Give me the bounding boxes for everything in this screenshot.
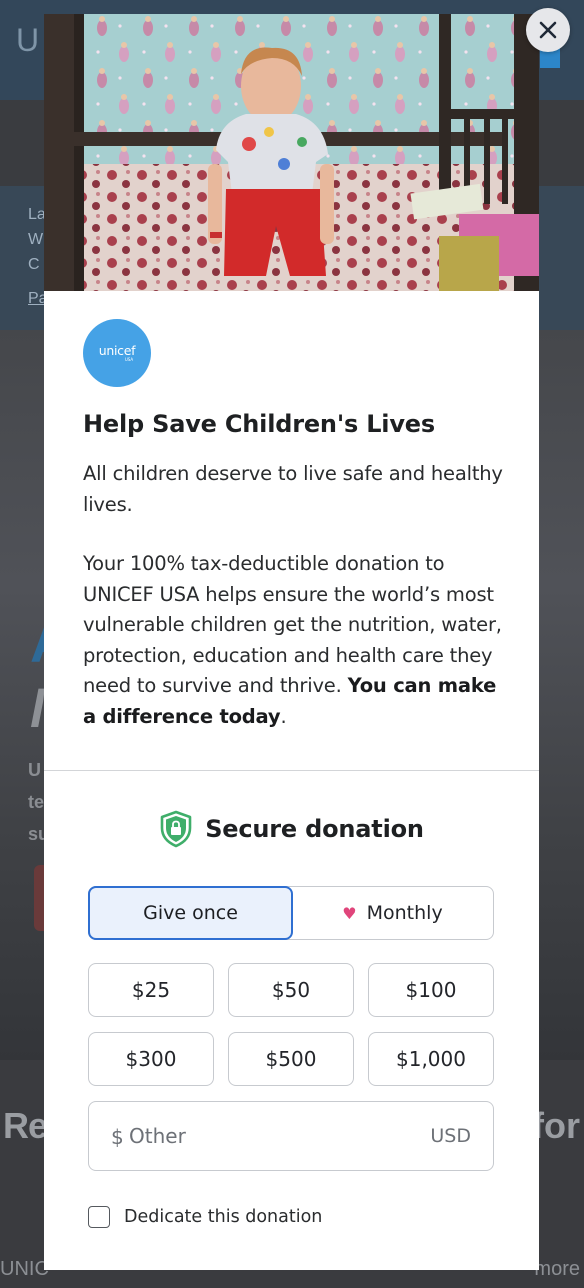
hero-photo — [44, 14, 539, 291]
amount-label: $50 — [271, 978, 311, 1002]
unicef-logo: unicef USA — [83, 319, 151, 387]
amount-label: $1,000 — [396, 1047, 466, 1071]
background-section-title-fragment: for — [532, 1105, 580, 1146]
give-once-label: Give once — [143, 902, 238, 924]
amount-button[interactable]: $100 — [368, 963, 494, 1017]
close-icon — [539, 21, 557, 39]
description-end: . — [280, 704, 287, 728]
give-once-option[interactable]: Give once — [88, 886, 293, 940]
unicef-logo-subtext: USA — [124, 357, 134, 362]
amount-button[interactable]: $500 — [228, 1032, 354, 1086]
other-amount-input[interactable] — [129, 1118, 379, 1154]
dedicate-checkbox[interactable] — [88, 1206, 110, 1228]
unicef-logo-text: unicef — [98, 343, 136, 358]
donation-modal: unicef USA Help Save Children's Lives Al… — [44, 14, 539, 1270]
dedicate-row: Dedicate this donation — [88, 1206, 322, 1228]
section-divider — [44, 770, 539, 771]
background-footer-fragment: more — [534, 1258, 580, 1280]
amount-button[interactable]: $1,000 — [368, 1032, 494, 1086]
donation-frequency-toggle: Give once ♥ Monthly — [88, 886, 494, 940]
description-paragraph: Your 100% tax-deductible donation to UNI… — [83, 549, 513, 732]
dedicate-label[interactable]: Dedicate this donation — [124, 1207, 322, 1227]
currency-symbol: $ — [111, 1125, 124, 1149]
secure-donation-header: Secure donation — [44, 810, 539, 848]
shield-lock-icon — [160, 810, 192, 848]
background-logo-fragment: U — [16, 22, 40, 58]
other-amount-field: $ USD — [88, 1101, 494, 1171]
background-text-fragment: U — [28, 760, 41, 780]
background-text-fragment: W — [28, 231, 44, 248]
amount-button[interactable]: $25 — [88, 963, 214, 1017]
intro-paragraph: All children deserve to live safe and he… — [83, 462, 503, 516]
monthly-label: Monthly — [366, 902, 443, 924]
background-text-fragment: C — [28, 256, 40, 273]
amount-button[interactable]: $300 — [88, 1032, 214, 1086]
amount-label: $300 — [125, 1047, 177, 1071]
close-button[interactable] — [526, 8, 570, 52]
secure-donation-label: Secure donation — [205, 815, 424, 843]
heart-icon: ♥ — [342, 903, 357, 923]
monthly-option[interactable]: ♥ Monthly — [292, 887, 493, 939]
amount-button[interactable]: $50 — [228, 963, 354, 1017]
currency-code: USD — [430, 1125, 471, 1147]
modal-title: Help Save Children's Lives — [83, 410, 435, 438]
background-text-fragment: te — [28, 792, 45, 812]
amount-label: $25 — [131, 978, 171, 1002]
background-footer-fragment: UNIC — [0, 1258, 49, 1280]
amount-label: $100 — [405, 978, 457, 1002]
amount-label: $500 — [265, 1047, 317, 1071]
